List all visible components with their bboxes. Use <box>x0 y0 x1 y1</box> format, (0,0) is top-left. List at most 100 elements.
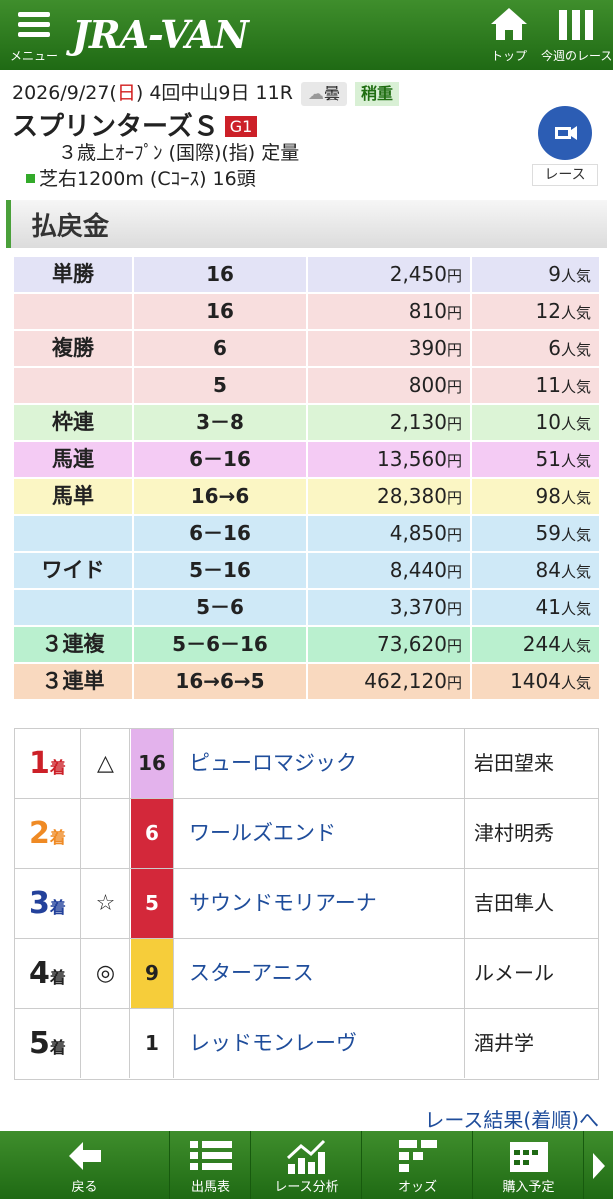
odds-grid-icon <box>398 1140 437 1172</box>
horse-number: 5 <box>131 869 174 938</box>
payout-amount-cell: 800円 <box>308 368 470 403</box>
result-row[interactable]: 1着 △ 16 ピューロマジック 岩田望来 <box>15 729 598 799</box>
payout-amount-cell: 810円 <box>308 294 470 329</box>
jockey-name: 津村明秀 <box>474 821 554 845</box>
payout-amount: 462,120 <box>364 669 447 693</box>
payout-popularity-cell: 1404人気 <box>472 664 599 699</box>
race-date-suffix: ) <box>135 82 144 104</box>
menu-button[interactable]: メニュー <box>8 8 60 66</box>
top-button[interactable]: トップ <box>480 6 538 66</box>
payout-amount-cell: 462,120円 <box>308 664 470 699</box>
back-label: 戻る <box>71 1180 98 1195</box>
result-row[interactable]: 3着 ☆ 5 サウンドモリアーナ 吉田隼人 <box>15 869 598 939</box>
payout-amount: 8,440 <box>389 558 447 582</box>
menu-label: メニュー <box>9 49 58 63</box>
payout-type-label: ３連単 <box>41 669 105 693</box>
payout-amount: 2,130 <box>389 410 447 434</box>
payout-popularity-cell: 98人気 <box>472 479 599 514</box>
payout-popularity-cell: 11人気 <box>472 368 599 403</box>
horse-name-link[interactable]: サウンドモリアーナ <box>175 869 465 938</box>
payout-amount-cell: 13,560円 <box>308 442 470 477</box>
payout-type-label: 馬連 <box>52 447 94 471</box>
next-page-button[interactable] <box>585 1131 613 1199</box>
payout-combo: 5－16 <box>189 558 251 582</box>
result-row[interactable]: 5着 1 レッドモンレーヴ 酒井学 <box>15 1009 598 1079</box>
payout-combo-cell: 5－6 <box>134 590 306 625</box>
payout-combo: 5 <box>213 373 227 397</box>
race-analysis-button[interactable]: レース分析 <box>252 1131 362 1199</box>
top-label: トップ <box>490 49 527 63</box>
jockey-name: 酒井学 <box>474 1031 534 1055</box>
payout-table: 16 2,450円 9人気 単勝 16 810円 12人気 6 390円 6人気 5 800円 11人気… <box>14 256 599 700</box>
finish-position: 1着 <box>15 729 81 798</box>
payout-popularity-cell: 6人気 <box>472 331 599 366</box>
payout-combo-cell: 5－6－16 <box>134 627 306 662</box>
entries-button[interactable]: 出馬表 <box>171 1131 251 1199</box>
payout-amount-unit: 円 <box>446 489 462 507</box>
home-icon <box>491 8 527 40</box>
payout-popularity-unit: 人気 <box>560 341 591 359</box>
payout-amount-unit: 円 <box>446 452 462 470</box>
payout-popularity: 84 <box>535 558 561 582</box>
finish-rank: 3 <box>29 886 50 921</box>
payout-amount-unit: 円 <box>446 637 462 655</box>
payout-popularity-unit: 人気 <box>560 637 591 655</box>
payout-combo: 16 <box>206 262 234 286</box>
columns-icon <box>559 10 593 40</box>
payout-amount-unit: 円 <box>446 563 462 581</box>
payout-popularity-unit: 人気 <box>560 452 591 470</box>
payout-type-label: 複勝 <box>52 336 94 360</box>
finish-suffix: 着 <box>49 758 66 777</box>
finish-rank: 5 <box>29 1026 50 1061</box>
race-meeting: 4回中山9日 11R <box>149 82 293 104</box>
payout-popularity-cell: 41人気 <box>472 590 599 625</box>
jra-van-logo[interactable]: JRA-VAN <box>72 12 249 57</box>
payout-combo: 6－16 <box>189 447 251 471</box>
payout-popularity-unit: 人気 <box>560 674 591 692</box>
payout-popularity-cell: 10人気 <box>472 405 599 440</box>
payout-amount-unit: 円 <box>446 341 462 359</box>
list-icon <box>189 1141 232 1170</box>
payout-popularity: 59 <box>535 521 561 545</box>
payout-section-header: 払戻金 <box>6 200 607 248</box>
payout-amount-unit: 円 <box>446 526 462 544</box>
arrow-left-icon <box>68 1142 101 1170</box>
result-row[interactable]: 2着 6 ワールズエンド 津村明秀 <box>15 799 598 869</box>
payout-combo-cell: 6－16 <box>134 442 306 477</box>
result-row[interactable]: 4着 ◎ 9 スターアニス ルメール <box>15 939 598 1009</box>
back-button[interactable]: 戻る <box>0 1131 170 1199</box>
finish-suffix: 着 <box>49 968 66 987</box>
weather-badge: ☁曇 <box>300 81 347 106</box>
race-results-link[interactable]: レース結果(着順)へ <box>424 1104 599 1133</box>
horse-name-link[interactable]: ワールズエンド <box>175 799 465 868</box>
payout-combo-cell: 5－16 <box>134 553 306 588</box>
payout-popularity-unit: 人気 <box>560 415 591 433</box>
finish-suffix: 着 <box>49 828 66 847</box>
payout-amount-unit: 円 <box>446 415 462 433</box>
payout-amount-cell: 2,450円 <box>308 257 470 292</box>
prediction-mark <box>82 799 130 868</box>
purchase-plan-button[interactable]: 購入予定 <box>474 1131 584 1199</box>
payout-combo: 3－8 <box>196 410 244 434</box>
payout-combo: 16 <box>206 299 234 323</box>
race-date-line: 2026/9/27(日) 4回中山9日 11R ☁曇 稍重 <box>12 78 400 106</box>
race-camera-icon <box>538 106 592 160</box>
payout-popularity-cell: 244人気 <box>472 627 599 662</box>
horse-name-link[interactable]: レッドモンレーヴ <box>175 1009 465 1078</box>
hamburger-icon <box>18 12 50 38</box>
finish-position: 4着 <box>15 939 81 1008</box>
week-label: 今週のレース <box>541 49 613 63</box>
weekly-races-button[interactable]: 今週のレース <box>541 6 613 66</box>
horse-name-link[interactable]: ピューロマジック <box>175 729 465 798</box>
payout-popularity: 12 <box>535 299 561 323</box>
race-video-button[interactable]: レース <box>532 106 598 186</box>
payout-amount-unit: 円 <box>446 600 462 618</box>
payout-popularity-unit: 人気 <box>560 304 591 322</box>
payout-amount-cell: 390円 <box>308 331 470 366</box>
finish-rank: 1 <box>29 746 50 781</box>
payout-type-label: ３連複 <box>41 632 105 656</box>
app-header: メニュー JRA-VAN トップ 今週のレース <box>0 0 613 70</box>
payout-popularity: 41 <box>535 595 561 619</box>
horse-name-link[interactable]: スターアニス <box>175 939 465 1008</box>
odds-button[interactable]: オッズ <box>363 1131 473 1199</box>
